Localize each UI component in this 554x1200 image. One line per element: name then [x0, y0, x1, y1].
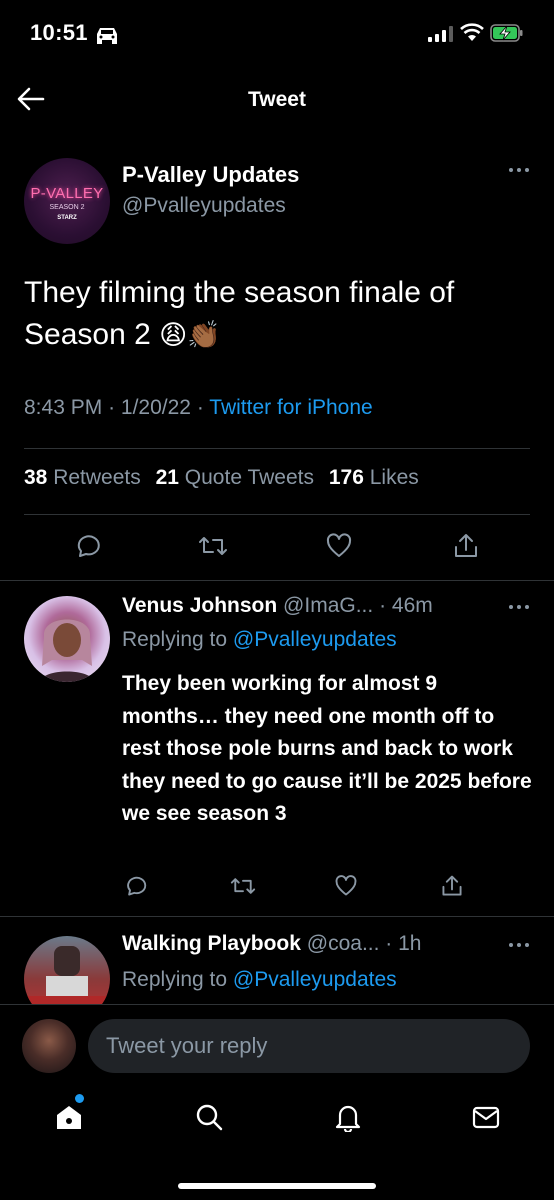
reply-icon[interactable] [74, 532, 102, 560]
avatar-portrait-icon [24, 946, 110, 1004]
avatar-network-text: STARZ [57, 215, 77, 221]
reply-avatar[interactable] [24, 936, 110, 1004]
tweet-source-link[interactable]: Twitter for iPhone [209, 396, 372, 419]
replying-prefix: Replying to [122, 968, 228, 991]
reply-header: Venus Johnson @ImaG... · 46m [122, 594, 433, 618]
reply-author-name[interactable]: Venus Johnson [122, 594, 277, 617]
reply-icon[interactable] [124, 874, 148, 898]
status-time: 10:51 [30, 20, 88, 45]
author-avatar[interactable]: P-VALLEY SEASON 2 STARZ [24, 158, 110, 244]
likes-stat[interactable]: 176 Likes [329, 466, 419, 490]
tweet-text-line-1: They filming the season finale of [24, 276, 455, 309]
replying-to: Replying to @Pvalleyupdates [122, 628, 397, 652]
more-options-icon[interactable] [508, 941, 530, 949]
likes-label: Likes [369, 466, 419, 489]
replying-to-handle[interactable]: @Pvalleyupdates [233, 628, 397, 651]
reply-avatar[interactable] [24, 596, 110, 682]
search-icon[interactable] [194, 1102, 224, 1132]
notifications-bell-icon[interactable] [333, 1102, 363, 1132]
car-icon [97, 28, 117, 44]
tweet-time: 8:43 PM [24, 396, 103, 419]
top-bar: Tweet [0, 70, 554, 130]
avatar-season-text: SEASON 2 [49, 204, 85, 211]
meta-separator: · [196, 396, 204, 419]
reply-time: · 46m [379, 594, 433, 617]
messages-mail-icon[interactable] [471, 1102, 501, 1132]
tweet-stats: 38 Retweets 21 Quote Tweets 176 Likes [24, 466, 428, 490]
like-heart-icon[interactable] [334, 874, 358, 898]
retweets-stat[interactable]: 38 Retweets [24, 466, 141, 490]
page-title: Tweet [248, 88, 306, 111]
battery-charging-icon [490, 24, 523, 42]
reply-author-handle[interactable]: @ImaG... [283, 594, 373, 617]
reply-composer [0, 1004, 554, 1086]
tweet-emojis: 😩👏🏾 [159, 320, 221, 350]
reply-input[interactable] [88, 1019, 530, 1073]
share-icon[interactable] [452, 532, 480, 560]
reply-text: They been working for almost 9 months… t… [122, 672, 532, 825]
replying-prefix: Replying to [122, 628, 228, 651]
notification-dot [75, 1094, 84, 1103]
reply-tweet[interactable]: Walking Playbook @coa... · 1h Replying t… [0, 916, 554, 1004]
likes-count: 176 [328, 466, 364, 489]
tweet-meta: 8:43 PM · 1/20/22 · Twitter for iPhone [24, 396, 373, 420]
reply-header: Walking Playbook @coa... · 1h [122, 932, 421, 956]
avatar-portrait-icon [40, 619, 94, 682]
home-indicator[interactable] [178, 1183, 376, 1189]
retweet-icon[interactable] [198, 532, 228, 560]
reply-author-handle[interactable]: @coa... [307, 932, 380, 955]
tweet-text: They filming the season finale of Season… [24, 272, 534, 356]
replying-to-handle[interactable]: @Pvalleyupdates [233, 968, 397, 991]
tweet-text-line-2: Season 2 😩👏🏾 [24, 314, 534, 356]
author-handle[interactable]: @Pvalleyupdates [122, 194, 286, 218]
divider [24, 514, 530, 515]
wifi-icon [460, 23, 484, 41]
retweet-icon[interactable] [230, 874, 256, 898]
tweet-date: 1/20/22 [120, 396, 191, 419]
tweet-author: P-VALLEY SEASON 2 STARZ P-Valley Updates… [0, 150, 554, 244]
status-bar: 10:51 [0, 0, 554, 70]
retweets-count: 38 [24, 466, 48, 489]
reply-time: · 1h [385, 932, 422, 955]
tweet-text-line-2-words: Season 2 [24, 318, 151, 351]
avatar-logo-text: P-VALLEY [30, 185, 104, 202]
quotes-label: Quote Tweets [184, 466, 314, 489]
reply-author-name[interactable]: Walking Playbook [122, 932, 301, 955]
like-heart-icon[interactable] [325, 532, 353, 560]
cellular-signal-icon [428, 26, 453, 42]
author-name[interactable]: P-Valley Updates [122, 162, 299, 188]
quote-tweets-stat[interactable]: 21 Quote Tweets [156, 466, 314, 490]
share-icon[interactable] [440, 874, 464, 898]
replying-to: Replying to @Pvalleyupdates [122, 968, 397, 992]
current-user-avatar[interactable] [22, 1019, 76, 1073]
divider [24, 448, 530, 449]
meta-separator: · [108, 396, 116, 419]
more-options-icon[interactable] [508, 603, 530, 611]
more-options-icon[interactable] [508, 166, 530, 174]
bottom-tab-bar [0, 1086, 554, 1200]
retweets-label: Retweets [53, 466, 141, 489]
home-icon[interactable] [54, 1102, 84, 1132]
tweet-actions [0, 528, 554, 568]
quotes-count: 21 [155, 466, 179, 489]
reply-tweet[interactable]: Venus Johnson @ImaG... · 46m Replying to… [0, 580, 554, 916]
